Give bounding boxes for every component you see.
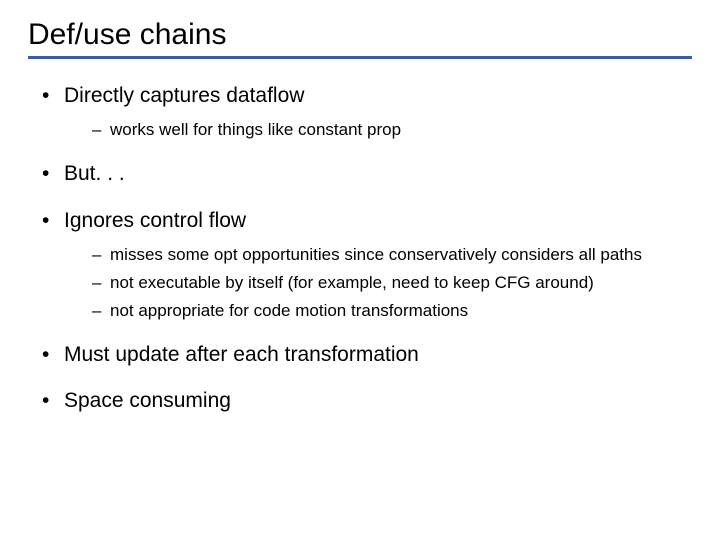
list-item: But. . . (42, 161, 692, 187)
list-item-text: Ignores control flow (64, 209, 246, 232)
sub-list: misses some opt opportunities since cons… (64, 244, 692, 322)
list-item-text: Must update after each transformation (64, 343, 419, 366)
slide-title: Def/use chains (28, 18, 692, 52)
list-item: Must update after each transformation (42, 342, 692, 368)
sub-list-item: misses some opt opportunities since cons… (92, 244, 692, 266)
bullet-list: Directly captures dataflow works well fo… (28, 83, 692, 415)
title-rule (28, 56, 692, 59)
list-item-text: Space consuming (64, 389, 231, 412)
list-item: Directly captures dataflow works well fo… (42, 83, 692, 141)
sub-list-item: not executable by itself (for example, n… (92, 272, 692, 294)
sub-list-item: works well for things like constant prop (92, 119, 692, 141)
slide: Def/use chains Directly captures dataflo… (0, 0, 720, 540)
sub-list: works well for things like constant prop (64, 119, 692, 141)
list-item-text: Directly captures dataflow (64, 84, 304, 107)
list-item: Space consuming (42, 388, 692, 414)
list-item: Ignores control flow misses some opt opp… (42, 208, 692, 323)
sub-list-item: not appropriate for code motion transfor… (92, 300, 692, 322)
list-item-text: But. . . (64, 162, 125, 185)
